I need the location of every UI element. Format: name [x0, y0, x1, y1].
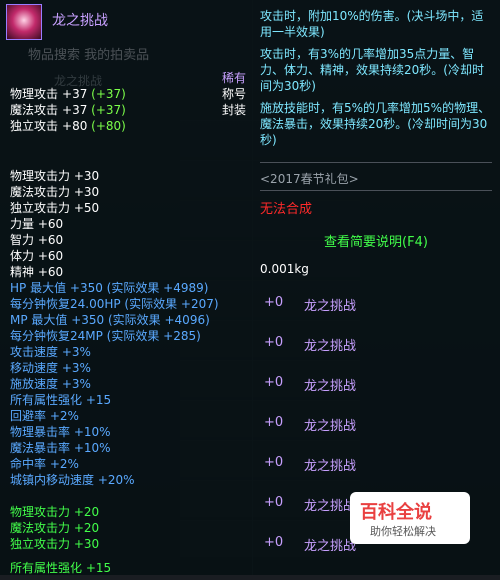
- item-tooltip-left: 龙之挑战 物品搜索 我的拍卖品 龙之挑战 稀有 称号 封装 物理攻击 +37 (+…: [0, 0, 253, 575]
- stat-blue: 物理暴击率 +10%: [10, 425, 111, 439]
- stat-blue: 回避率 +2%: [10, 409, 79, 423]
- stat-main: 魔法攻击力 +30: [10, 185, 100, 199]
- list-item-name: 龙之挑战: [304, 499, 357, 514]
- stat-blue: 移动速度 +3%: [10, 361, 91, 375]
- list-item[interactable]: +0 龙之挑战: [252, 444, 500, 484]
- list-item-name: 龙之挑战: [304, 419, 357, 434]
- stat-green: 魔法攻击力 +20: [10, 521, 100, 535]
- list-item-name: 龙之挑战: [304, 459, 357, 474]
- divider: [260, 162, 492, 163]
- stat-main: 体力 +60: [10, 249, 64, 263]
- search-input-ghost: 物品搜索 我的拍卖品: [28, 48, 150, 63]
- stat-blue: MP 最大值 +350 (实际效果 +4096): [10, 313, 210, 327]
- stat-main: 智力 +60: [10, 233, 64, 247]
- stat-blue: 魔法暴击率 +10%: [10, 441, 111, 455]
- list-item-name: 龙之挑战: [304, 379, 357, 394]
- item-flags: 稀有 称号 封装: [222, 70, 246, 118]
- effect-line-1: 攻击时，附加10%的伤害。(决斗场中，适用一半效果): [260, 9, 484, 39]
- stat-top-independent: 独立攻击 +80 (+80): [10, 119, 126, 133]
- stat-blue: HP 最大值 +350 (实际效果 +4989): [10, 281, 209, 295]
- stat-green-partial: 所有属性强化 +15: [10, 561, 112, 575]
- stat-blue: 城镇内移动速度 +20%: [10, 473, 135, 487]
- stat-blue: 每分钟恢复24.00HP (实际效果 +207): [10, 297, 219, 311]
- title-label: 称号: [222, 87, 247, 101]
- stat-main: 精神 +60: [10, 265, 64, 279]
- enhance-level: +0: [264, 295, 284, 310]
- enhance-level: +0: [264, 375, 284, 390]
- stat-blue: 攻击速度 +3%: [10, 345, 91, 359]
- stat-top-physical: 物理攻击 +37 (+37): [10, 87, 126, 101]
- effect-line-2: 攻击时，有3%的几率增加35点力量、智力、体力、精神，效果持续20秒。(冷却时间…: [260, 47, 484, 93]
- list-item[interactable]: +0 龙之挑战: [252, 364, 500, 404]
- stat-blue: 命中率 +2%: [10, 457, 79, 471]
- watermark-brand: 百科全说: [360, 502, 432, 523]
- enhance-level: +0: [264, 415, 284, 430]
- enhance-level: +0: [264, 495, 284, 510]
- item-name: 龙之挑战: [52, 13, 108, 29]
- effect-description: 攻击时，附加10%的伤害。(决斗场中，适用一半效果) 攻击时，有3%的几率增加3…: [260, 8, 492, 148]
- rarity-badge: 稀有: [222, 71, 247, 85]
- list-item-name: 龙之挑战: [304, 339, 357, 354]
- tooltip-header: 龙之挑战: [6, 4, 246, 42]
- package-name: <2017春节礼包>: [260, 172, 359, 186]
- list-item[interactable]: +0 龙之挑战: [252, 324, 500, 364]
- list-item-name: 龙之挑战: [304, 299, 357, 314]
- view-brief-description-button[interactable]: 查看简要说明(F4): [260, 226, 492, 254]
- stat-green: 独立攻击力 +30: [10, 537, 100, 551]
- divider: [260, 190, 492, 191]
- sealed-label: 封装: [222, 103, 247, 117]
- list-item[interactable]: +0 龙之挑战: [252, 284, 500, 324]
- stat-main: 独立攻击力 +50: [10, 201, 100, 215]
- stat-main: 物理攻击力 +30: [10, 169, 100, 183]
- list-item[interactable]: +0 龙之挑战: [252, 404, 500, 444]
- stat-main: 力量 +60: [10, 217, 64, 231]
- weight-label: 0.001kg: [260, 262, 309, 276]
- stat-green: 物理攻击力 +20: [10, 505, 100, 519]
- watermark-subtitle: 助你轻松解决: [370, 525, 436, 538]
- enhance-level: +0: [264, 535, 284, 550]
- dragon-item-icon: [6, 4, 42, 40]
- enhance-level: +0: [264, 335, 284, 350]
- stat-blue: 施放速度 +3%: [10, 377, 91, 391]
- no-fusion-label: 无法合成: [260, 202, 313, 217]
- effect-line-3: 施放技能时，有5%的几率增加5%的物理、魔法暴击，效果持续20秒。(冷却时间为3…: [260, 101, 491, 147]
- stat-blue: 每分钟恢复24MP (实际效果 +285): [10, 329, 201, 343]
- stat-top-magic: 魔法攻击 +37 (+37): [10, 103, 126, 117]
- list-item-name: 龙之挑战: [304, 539, 357, 554]
- watermark-logo: 百科全说 助你轻松解决: [350, 492, 470, 544]
- stat-blue: 所有属性强化 +15: [10, 393, 112, 407]
- enhance-level: +0: [264, 455, 284, 470]
